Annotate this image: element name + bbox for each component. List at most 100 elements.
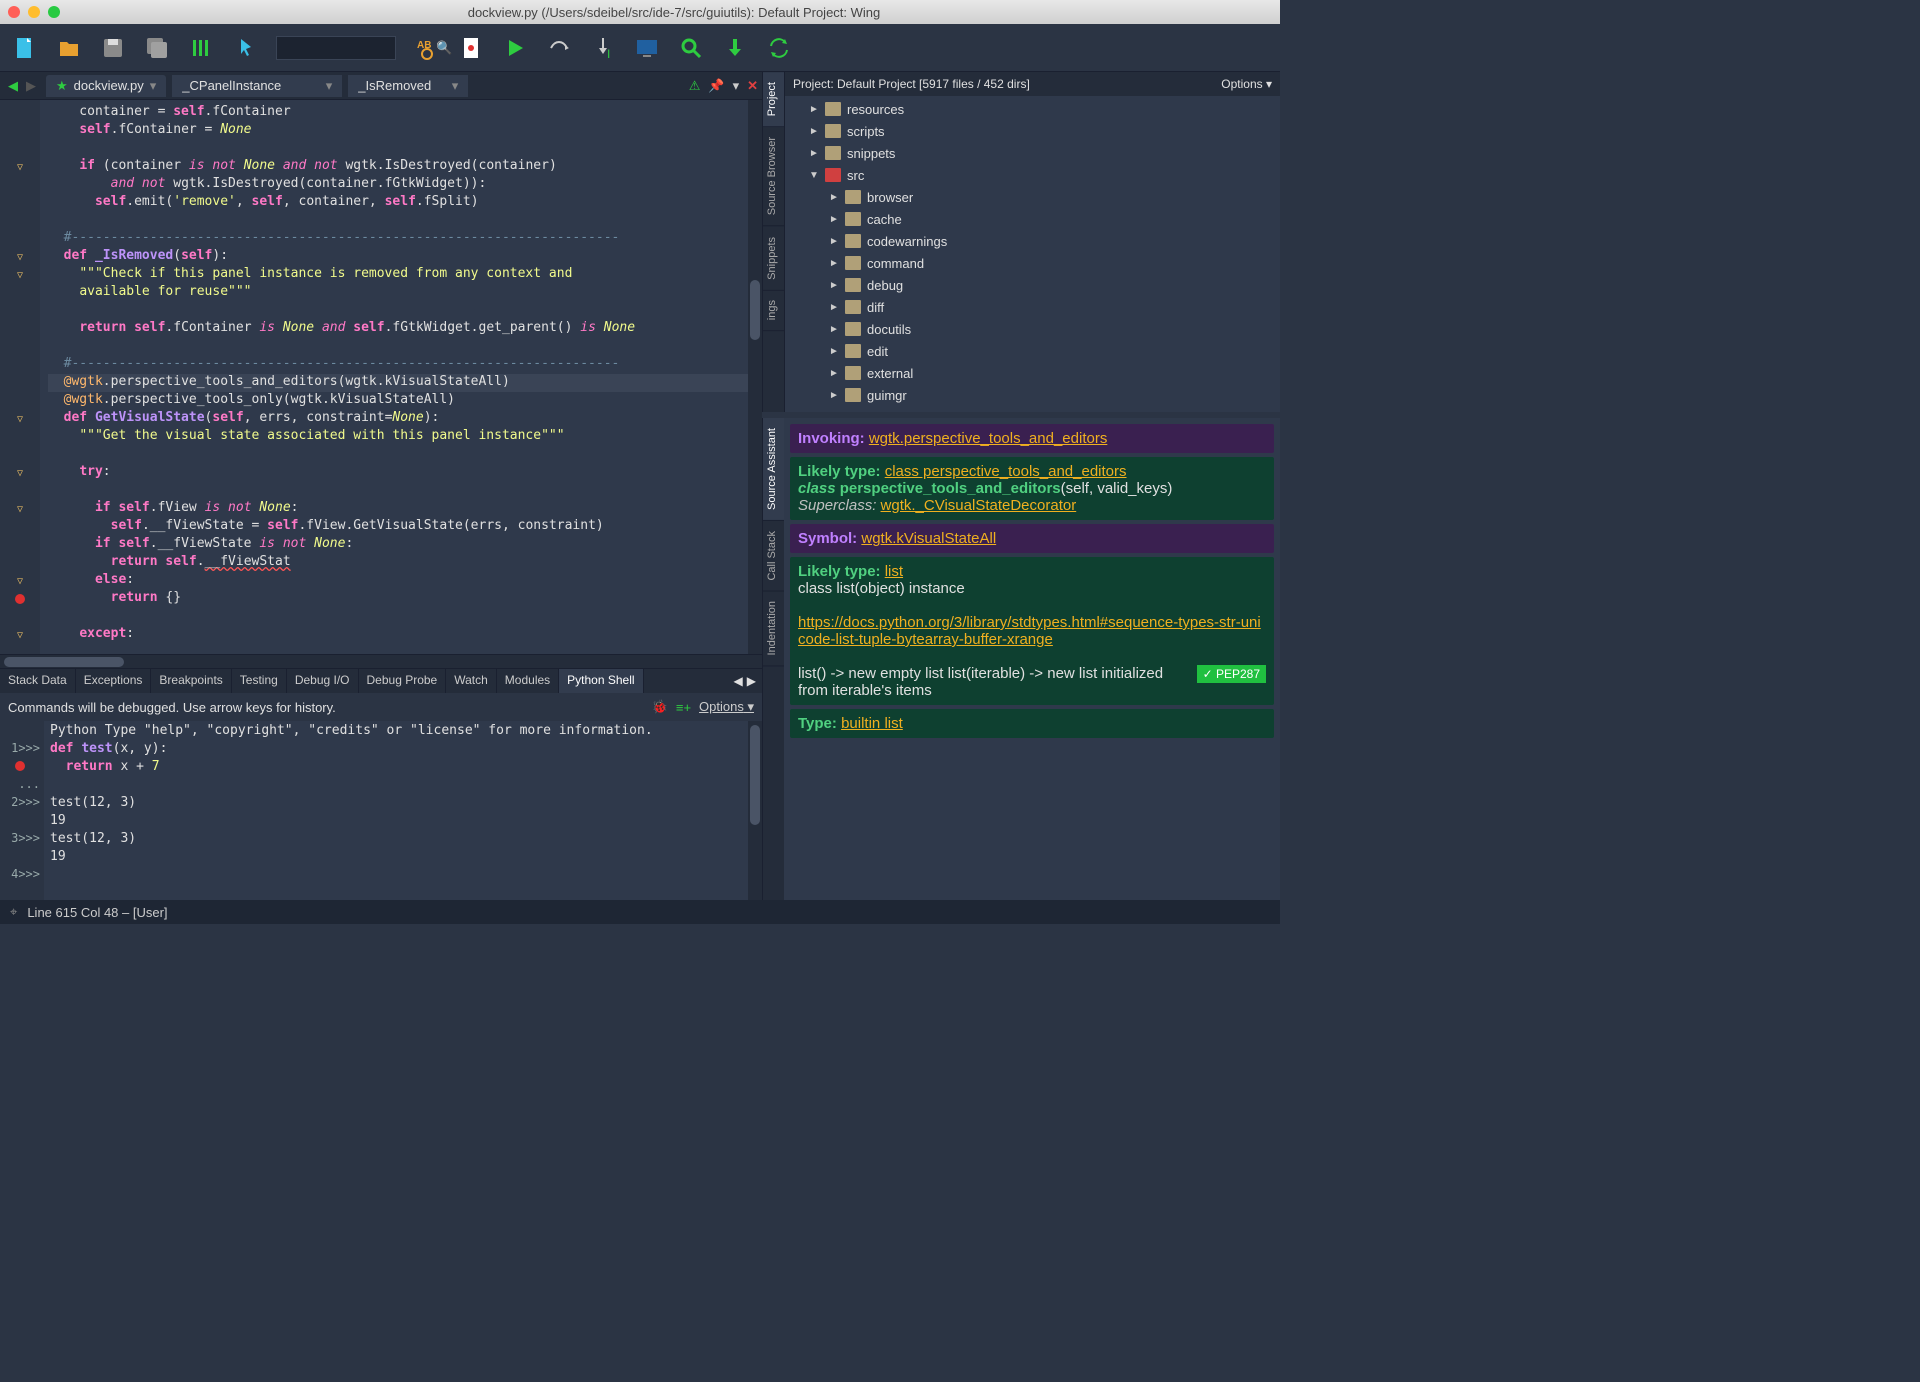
expand-icon[interactable]: ► [829, 280, 839, 291]
assist-link[interactable]: wgtk.perspective_tools_and_editors [869, 430, 1107, 447]
breakpoint-icon[interactable] [15, 594, 25, 604]
vtab-indentation[interactable]: Indentation [763, 591, 784, 666]
code-line[interactable]: def _IsRemoved(self): [48, 248, 754, 266]
tree-item-docutils[interactable]: ►docutils [789, 318, 1276, 340]
shell-line[interactable]: return x + 7 [50, 759, 756, 777]
shell-line[interactable] [50, 867, 756, 885]
code-line[interactable]: try: [48, 464, 754, 482]
code-line[interactable]: else: [48, 572, 754, 590]
nav-back-icon[interactable]: ◀ [4, 77, 22, 95]
fold-icon[interactable]: ▽ [17, 252, 23, 263]
code-line[interactable]: @wgtk.perspective_tools_and_editors(wgtk… [48, 374, 754, 392]
python-shell[interactable]: 1>>> ...2>>> 3>>> 4>>> Python Type "help… [0, 721, 762, 900]
fold-icon[interactable]: ▽ [17, 468, 23, 479]
code-line[interactable]: return self.fContainer is None and self.… [48, 320, 754, 338]
save-icon[interactable] [100, 35, 126, 61]
assist-link[interactable]: wgtk._CVisualStateDecorator [881, 497, 1077, 514]
scrollbar-thumb[interactable] [4, 657, 124, 667]
bug-icon[interactable]: ⌖ [10, 904, 17, 920]
tree-item-snippets[interactable]: ►snippets [789, 142, 1276, 164]
tree-item-debug[interactable]: ►debug [789, 274, 1276, 296]
download-icon[interactable] [722, 35, 748, 61]
goto-def-icon[interactable] [188, 35, 214, 61]
code-line[interactable]: available for reuse""" [48, 284, 754, 302]
search-tool-icon[interactable] [678, 35, 704, 61]
vtab-project[interactable]: Project [763, 72, 784, 127]
maximize-window-button[interactable] [48, 6, 60, 18]
shell-line[interactable]: 19 [50, 813, 756, 831]
new-file-icon[interactable] [12, 35, 38, 61]
vtab-source-assistant[interactable]: Source Assistant [763, 418, 784, 521]
vtab-snippets[interactable]: Snippets [763, 227, 784, 291]
code-line[interactable]: """Get the visual state associated with … [48, 428, 754, 446]
code-line[interactable]: return {} [48, 590, 754, 608]
code-line[interactable]: def GetVisualState(self, errs, constrain… [48, 410, 754, 428]
horizontal-scrollbar[interactable] [0, 654, 762, 668]
code-line[interactable]: container = self.fContainer [48, 104, 754, 122]
code-line[interactable]: if self.fView is not None: [48, 500, 754, 518]
code-line[interactable]: self.__fViewState = self.fView.GetVisual… [48, 518, 754, 536]
vtab-call-stack[interactable]: Call Stack [763, 521, 784, 592]
step-into-icon[interactable]: I [590, 35, 616, 61]
options-dropdown[interactable]: Options ▾ [699, 699, 754, 715]
breakpoint-icon[interactable] [15, 761, 25, 771]
tree-item-edit[interactable]: ►edit [789, 340, 1276, 362]
tree-item-scripts[interactable]: ►scripts [789, 120, 1276, 142]
expand-icon[interactable]: ► [829, 368, 839, 379]
code-line[interactable] [48, 302, 754, 320]
expand-icon[interactable]: ► [809, 126, 819, 137]
expand-icon[interactable]: ▼ [809, 170, 819, 181]
tree-item-diff[interactable]: ►diff [789, 296, 1276, 318]
bottom-tab-watch[interactable]: Watch [446, 669, 497, 693]
code-line[interactable]: return self.__fViewStat [48, 554, 754, 572]
expand-icon[interactable]: ► [829, 192, 839, 203]
code-line[interactable]: #---------------------------------------… [48, 356, 754, 374]
code-line[interactable]: if self.__fViewState is not None: [48, 536, 754, 554]
bottom-tab-debug-probe[interactable]: Debug Probe [359, 669, 447, 693]
code-line[interactable]: self.emit('remove', self, container, sel… [48, 194, 754, 212]
tree-item-cache[interactable]: ►cache [789, 208, 1276, 230]
fold-icon[interactable]: ▽ [17, 162, 23, 173]
symbol-dropdown-method[interactable]: _IsRemoved ▾ [348, 75, 468, 97]
expand-icon[interactable]: ► [809, 148, 819, 159]
shell-line[interactable]: def test(x, y): [50, 741, 756, 759]
editor-gutter[interactable]: ▽▽▽▽▽▽▽▽ [0, 100, 40, 654]
project-tree[interactable]: ►resources►scripts►snippets▼src►browser►… [785, 96, 1280, 412]
toolbar-search[interactable]: 🔍 [276, 36, 396, 60]
tree-item-external[interactable]: ►external [789, 362, 1276, 384]
run-icon[interactable] [502, 35, 528, 61]
open-file-icon[interactable] [56, 35, 82, 61]
tree-item-command[interactable]: ►command [789, 252, 1276, 274]
nav-forward-icon[interactable]: ▶ [22, 77, 40, 95]
code-line[interactable]: #---------------------------------------… [48, 230, 754, 248]
tree-item-src[interactable]: ▼src [789, 164, 1276, 186]
bottom-tab-testing[interactable]: Testing [232, 669, 287, 693]
code-line[interactable] [48, 212, 754, 230]
code-line[interactable] [48, 446, 754, 464]
assist-link[interactable]: wgtk.kVisualStateAll [861, 530, 996, 547]
code-line[interactable] [48, 140, 754, 158]
minimize-window-button[interactable] [28, 6, 40, 18]
code-line[interactable] [48, 338, 754, 356]
code-line[interactable]: except: [48, 626, 754, 644]
pin-icon[interactable]: 📌 [708, 78, 724, 94]
bottom-tab-debug-i-o[interactable]: Debug I/O [287, 669, 359, 693]
code-line[interactable]: @wgtk.perspective_tools_only(wgtk.kVisua… [48, 392, 754, 410]
assist-link[interactable]: list [885, 563, 903, 580]
tab-scroll-left-icon[interactable]: ◀ [734, 674, 743, 688]
source-assistant[interactable]: Invoking: wgtk.perspective_tools_and_edi… [784, 418, 1280, 900]
code-editor[interactable]: ▽▽▽▽▽▽▽▽ container = self.fContainer sel… [0, 100, 762, 654]
assist-doc-link[interactable]: https://docs.python.org/3/library/stdtyp… [798, 614, 1261, 648]
shell-line[interactable]: test(12, 3) [50, 795, 756, 813]
code-line[interactable]: self.fContainer = None [48, 122, 754, 140]
scrollbar-thumb[interactable] [750, 725, 760, 825]
bottom-tab-exceptions[interactable]: Exceptions [76, 669, 152, 693]
expand-icon[interactable]: ► [829, 302, 839, 313]
close-window-button[interactable] [8, 6, 20, 18]
bottom-tab-python-shell[interactable]: Python Shell [559, 669, 643, 693]
warning-icon[interactable]: ⚠ [689, 78, 701, 94]
code-line[interactable]: """Check if this panel instance is remov… [48, 266, 754, 284]
fold-icon[interactable]: ▽ [17, 504, 23, 515]
tab-scroll-right-icon[interactable]: ▶ [747, 674, 756, 688]
expand-icon[interactable]: ► [829, 346, 839, 357]
